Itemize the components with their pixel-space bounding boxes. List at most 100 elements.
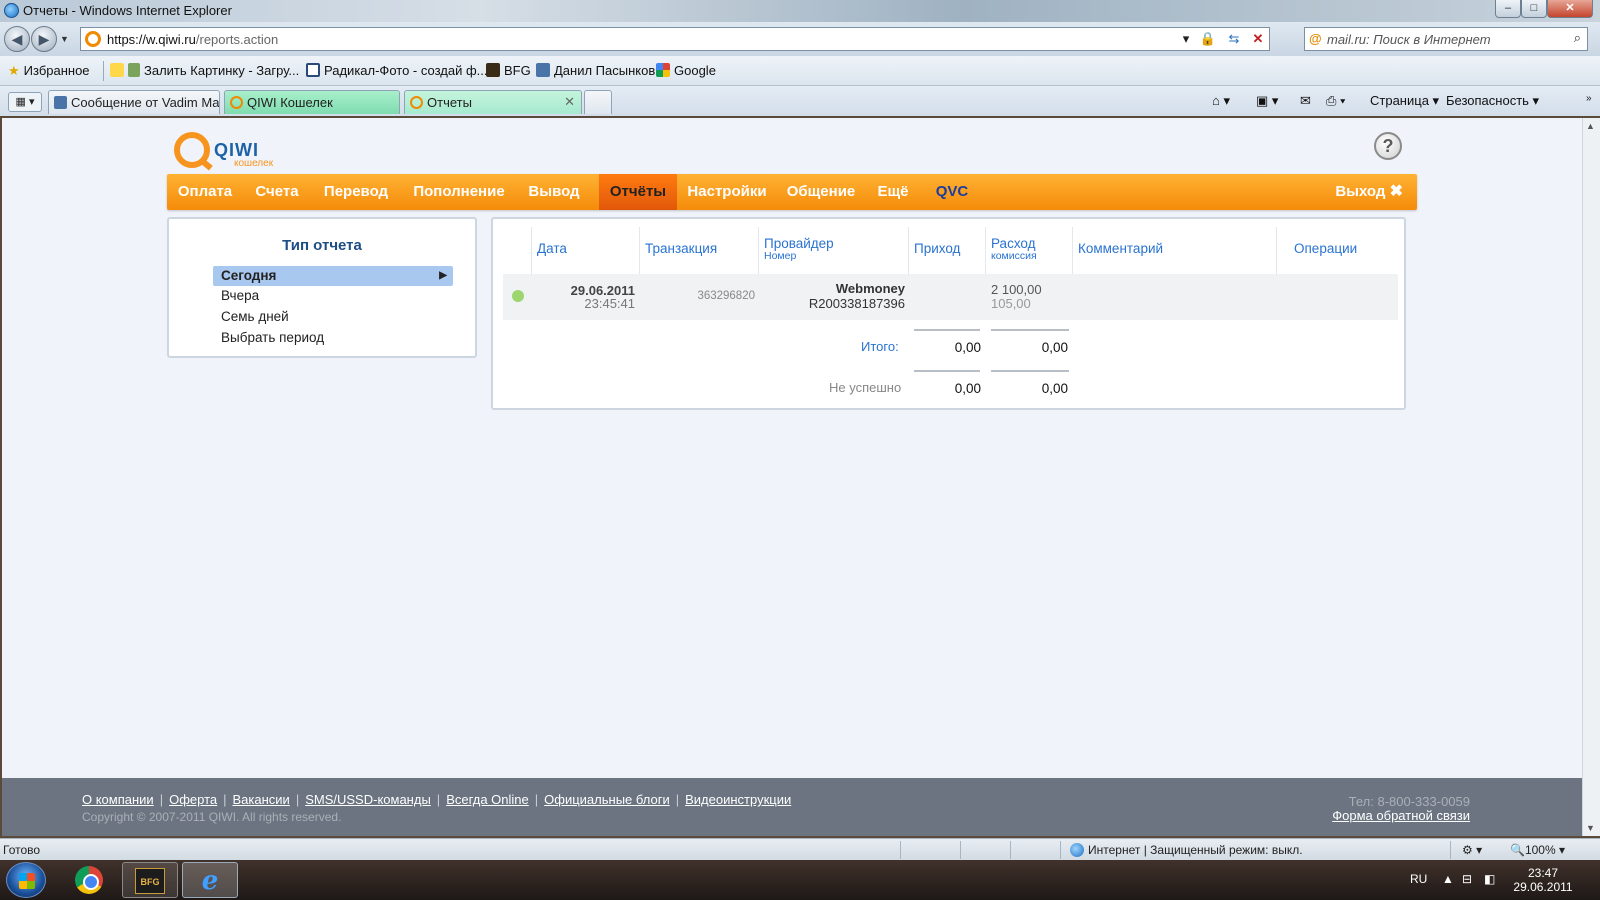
menu-item-popolnenie[interactable]: Пополнение <box>401 174 517 210</box>
protected-mode-icon[interactable]: ⚙ ▾ <box>1462 843 1482 857</box>
mail-ru-icon: @ <box>1309 31 1322 46</box>
back-button[interactable]: ◀ <box>4 26 30 52</box>
favorite-item-danil[interactable]: Данил Пасынков <box>536 63 655 78</box>
col-header-provider[interactable]: Провайдер Номер <box>764 236 834 262</box>
taskbar-bfg[interactable]: BFG <box>122 862 178 898</box>
history-dropdown-icon[interactable]: ▼ <box>60 34 69 44</box>
close-tab-icon[interactable]: ✕ <box>564 94 575 110</box>
menu-item-oplata[interactable]: Оплата <box>167 174 243 210</box>
col-header-date[interactable]: Дата <box>537 241 567 256</box>
menu-item-qvc[interactable]: QVC <box>923 174 981 210</box>
system-clock[interactable]: 23:47 29.06.2011 <box>1508 866 1578 894</box>
start-button[interactable] <box>6 862 46 898</box>
scroll-up-icon[interactable]: ▲ <box>1586 121 1595 131</box>
arrow-left-icon: ◀ <box>11 31 23 47</box>
footer-link-jobs[interactable]: Вакансии <box>233 792 290 807</box>
exit-button[interactable]: Выход ✖ <box>1335 174 1403 210</box>
favorite-item-bfg[interactable]: BFG <box>486 63 531 78</box>
minimize-button[interactable]: – <box>1495 0 1521 18</box>
menu-item-obschenie[interactable]: Общение <box>777 174 865 210</box>
qiwi-logo[interactable]: QIWI кошелек <box>174 126 284 170</box>
maximize-button[interactable]: □ <box>1521 0 1547 18</box>
favorite-item-google[interactable]: Google <box>656 63 716 78</box>
bfg-icon: BFG <box>135 868 165 894</box>
vk-icon <box>54 96 67 109</box>
row-provider: Webmoney <box>835 281 905 296</box>
footer-link-about[interactable]: О компании <box>82 792 154 807</box>
row-transaction-id: 363296820 <box>697 290 755 302</box>
favorite-item-radikal[interactable]: Радикал-Фото - создай ф... <box>306 63 487 78</box>
table-row[interactable]: 29.06.2011 23:45:41 363296820 Webmoney R… <box>503 274 1398 320</box>
footer-link-offer[interactable]: Оферта <box>169 792 217 807</box>
favorites-button[interactable]: ★ Избранное <box>8 63 90 79</box>
menu-item-scheta[interactable]: Счета <box>243 174 311 210</box>
language-indicator[interactable]: RU <box>1410 872 1427 886</box>
chevron-more-icon[interactable]: » <box>1586 93 1592 104</box>
favorite-item-zalit[interactable]: Залить Картинку - Загру... <box>110 63 299 78</box>
totals-label[interactable]: Итого: <box>861 339 899 354</box>
footer-link-online[interactable]: Всегда Online <box>446 792 529 807</box>
forward-button[interactable]: ▶ <box>31 26 57 52</box>
phone-number: Тел: 8-800-333-0059 <box>1348 794 1470 809</box>
report-option-period[interactable]: Выбрать период <box>213 328 453 348</box>
scroll-down-icon[interactable]: ▼ <box>1586 823 1595 833</box>
col-header-expense[interactable]: Расход комиссия <box>991 236 1037 262</box>
totals-divider <box>914 329 980 331</box>
page-menu[interactable]: Страница ▾ <box>1370 93 1439 109</box>
row-commission: 105,00 <box>991 296 1031 311</box>
taskbar-internet-explorer[interactable]: e <box>182 862 238 898</box>
security-zone[interactable]: Интернет | Защищенный режим: выкл. <box>1070 843 1303 857</box>
mail-button[interactable]: ✉ <box>1300 93 1311 109</box>
print-button[interactable]: ⎙ ▾ <box>1326 93 1345 109</box>
menu-item-nastroyki[interactable]: Настройки <box>677 174 777 210</box>
address-bar[interactable]: https://w.qiwi.ru/reports.action ▾ 🔒 ⇆ ✕ <box>80 27 1270 51</box>
vertical-scrollbar[interactable]: ▲ ▼ <box>1582 118 1600 836</box>
home-button[interactable]: ⌂ ▾ <box>1212 93 1230 109</box>
search-input[interactable]: @ mail.ru: Поиск в Интернет ⌕ <box>1304 27 1588 51</box>
footer-link-blogs[interactable]: Официальные блоги <box>544 792 670 807</box>
footer-link-sms[interactable]: SMS/USSD-команды <box>305 792 431 807</box>
menu-item-otchety[interactable]: Отчёты <box>599 174 677 210</box>
volume-icon[interactable]: ◧ <box>1484 872 1495 886</box>
new-tab-button[interactable] <box>584 90 612 114</box>
close-window-button[interactable]: ✕ <box>1547 0 1593 18</box>
col-header-operations[interactable]: Операции <box>1294 241 1357 256</box>
report-option-seven-days[interactable]: Семь дней <box>213 307 453 327</box>
failed-income: 0,00 <box>954 381 981 396</box>
status-ok-icon <box>512 290 524 302</box>
url-text[interactable]: https://w.qiwi.ru/reports.action <box>107 32 278 47</box>
clock-date: 29.06.2011 <box>1513 880 1573 894</box>
menu-item-vyvod[interactable]: Вывод <box>517 174 591 210</box>
menu-item-eshe[interactable]: Ещё <box>865 174 921 210</box>
zoom-level[interactable]: 🔍100% ▾ <box>1510 843 1565 857</box>
menu-item-perevod[interactable]: Перевод <box>311 174 401 210</box>
address-toolbar: ◀ ▶ ▼ https://w.qiwi.ru/reports.action ▾… <box>0 22 1600 56</box>
security-menu[interactable]: Безопасность ▾ <box>1446 93 1539 109</box>
network-icon[interactable]: ⊟ <box>1462 872 1472 886</box>
lock-icon[interactable]: 🔒 <box>1199 30 1217 48</box>
feeds-button[interactable]: ▣ ▾ <box>1256 93 1278 109</box>
row-account-number: R200338187396 <box>808 296 905 311</box>
tab-qiwi-wallet[interactable]: QIWI Кошелек <box>224 90 400 114</box>
window-title: Отчеты - Windows Internet Explorer <box>23 3 232 18</box>
tray-expand-icon[interactable]: ▲ <box>1442 872 1454 886</box>
favorites-bar: ★ Избранное Залить Картинку - Загру... Ра… <box>0 56 1600 86</box>
tab-vk-message[interactable]: Сообщение от Vadim Ma... <box>48 90 220 114</box>
col-header-comment[interactable]: Комментарий <box>1078 241 1163 256</box>
feedback-link[interactable]: Форма обратной связи <box>1332 808 1470 823</box>
col-header-transaction[interactable]: Транзакция <box>645 241 717 256</box>
tab-reports[interactable]: Отчеты ✕ <box>404 90 582 114</box>
col-header-income[interactable]: Приход <box>914 241 960 256</box>
stop-icon[interactable]: ✕ <box>1249 30 1267 48</box>
address-dropdown-icon[interactable]: ▾ <box>1177 30 1195 48</box>
refresh-icon[interactable]: ⇆ <box>1225 30 1243 48</box>
footer-link-videos[interactable]: Видеоинструкции <box>685 792 791 807</box>
help-button[interactable]: ? <box>1374 132 1402 160</box>
copyright: Copyright © 2007-2011 QIWI. All rights r… <box>82 810 342 824</box>
search-icon[interactable]: ⌕ <box>1574 30 1581 46</box>
taskbar-chrome[interactable] <box>62 862 118 898</box>
quick-tabs-button[interactable]: ▦ ▾ <box>8 92 42 112</box>
status-text: Готово <box>3 843 41 857</box>
report-option-yesterday[interactable]: Вчера <box>213 286 453 306</box>
report-option-today[interactable]: Сегодня ▶ <box>213 266 453 286</box>
